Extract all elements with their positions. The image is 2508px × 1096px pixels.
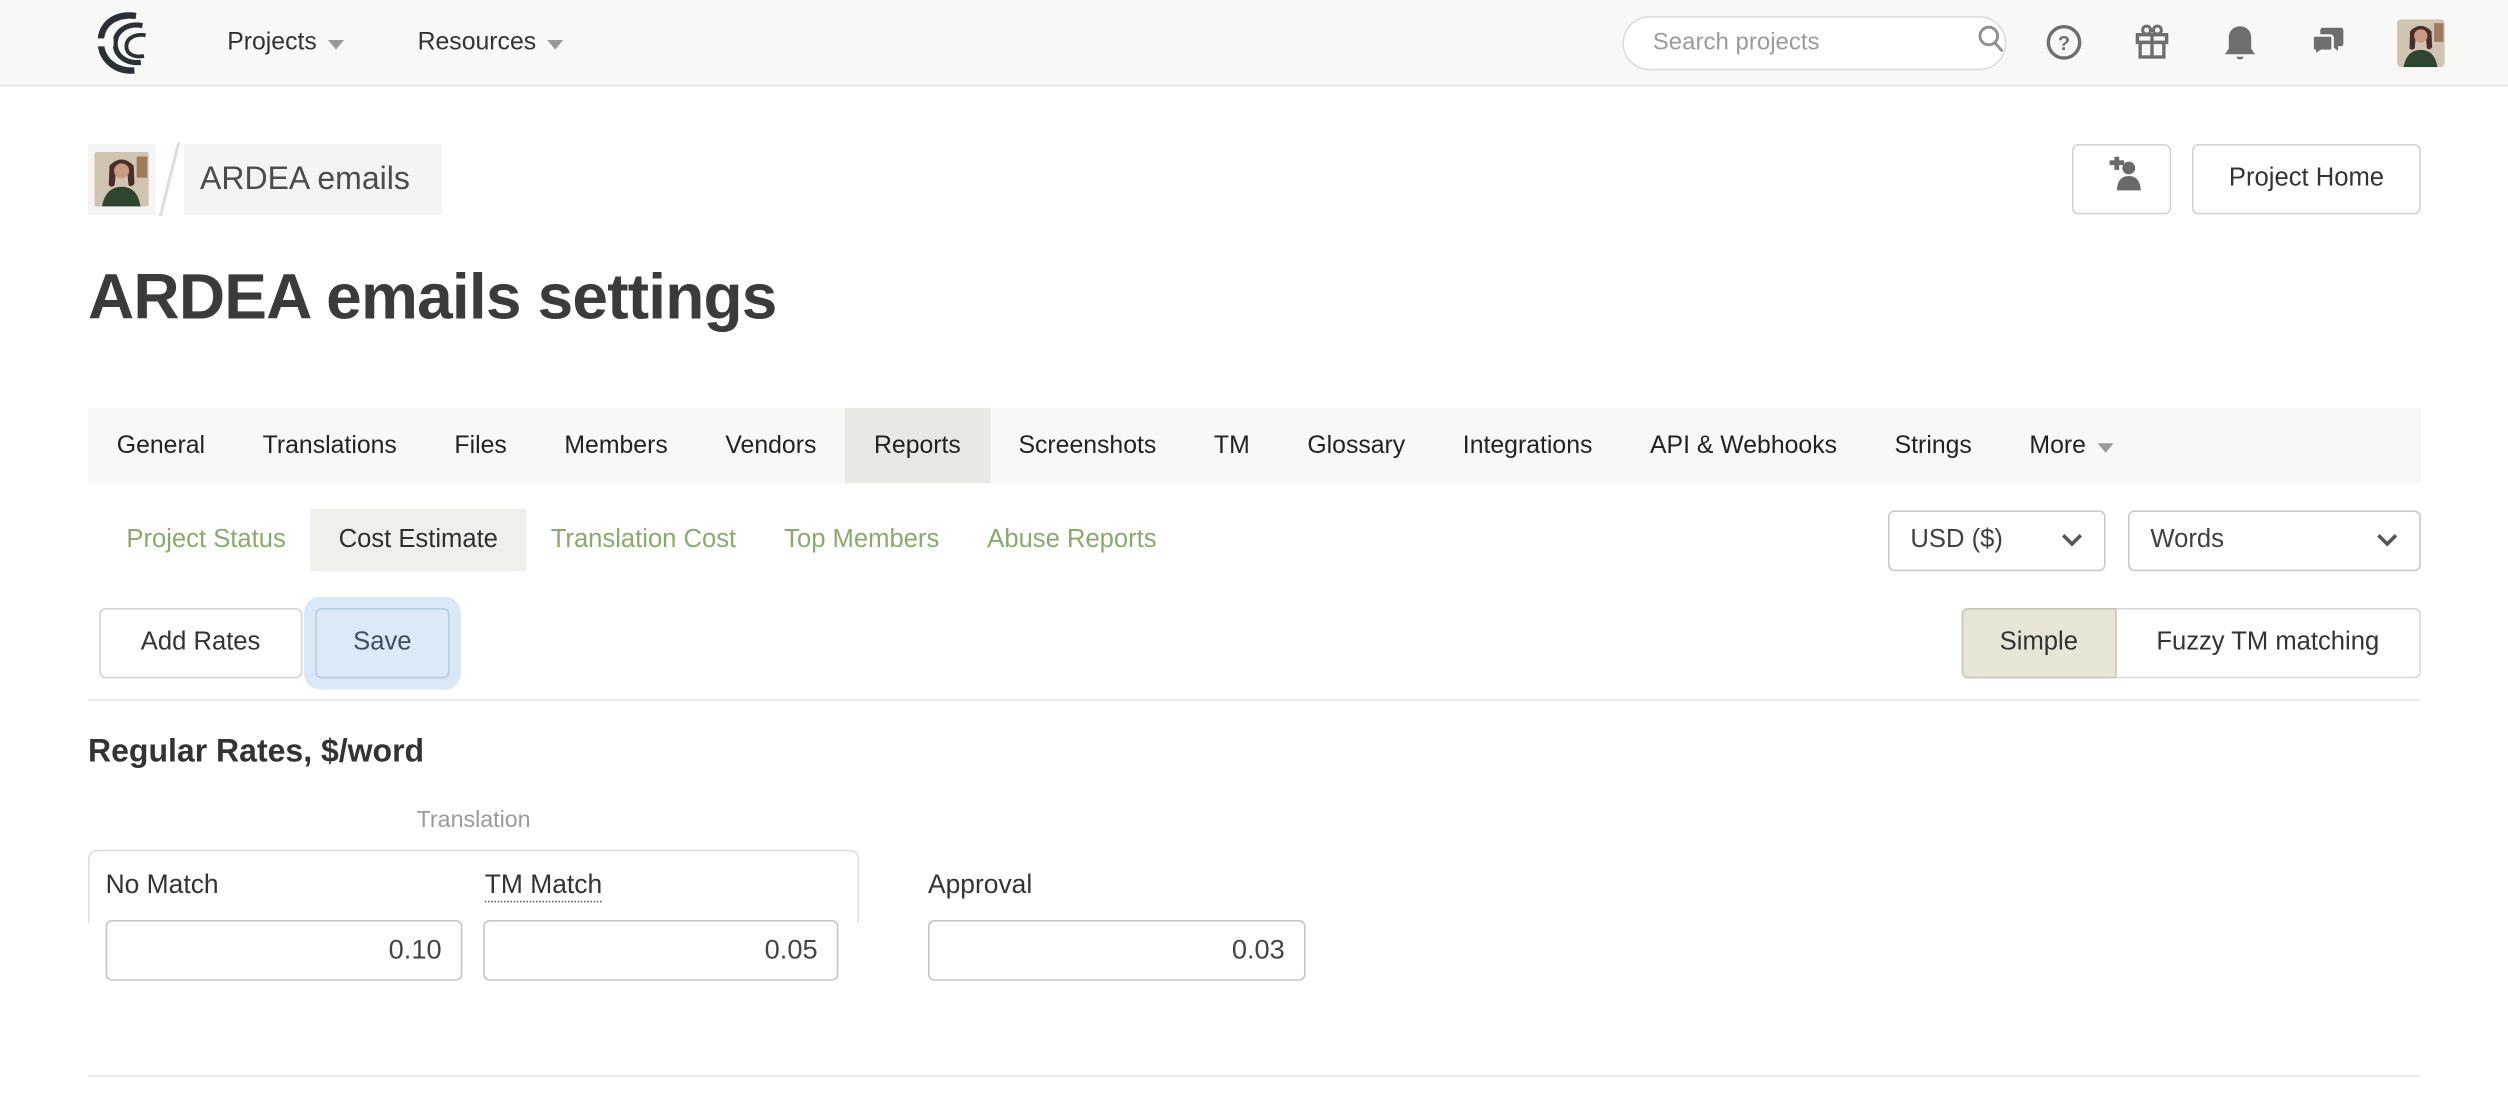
tab-glossary[interactable]: Glossary bbox=[1279, 408, 1434, 483]
project-home-button[interactable]: Project Home bbox=[2192, 144, 2421, 215]
settings-tab-bar: General Translations Files Members Vendo… bbox=[88, 408, 2421, 484]
tab-general[interactable]: General bbox=[88, 408, 234, 483]
save-button-focus-ring: Save bbox=[303, 596, 462, 689]
tab-vendors[interactable]: Vendors bbox=[697, 408, 846, 483]
app-logo-icon[interactable] bbox=[93, 9, 163, 76]
help-icon[interactable]: ? bbox=[2045, 23, 2083, 61]
rates-toolbar: Add Rates Save Simple Fuzzy TM matching bbox=[88, 596, 2421, 689]
project-home-label: Project Home bbox=[2228, 164, 2384, 192]
breadcrumb-separator bbox=[155, 144, 184, 215]
subtab-top-members[interactable]: Top Members bbox=[760, 509, 963, 571]
nav-projects-label: Projects bbox=[227, 28, 317, 56]
notifications-bell-icon[interactable] bbox=[2221, 23, 2259, 61]
bottom-divider bbox=[88, 1075, 2421, 1077]
chevron-down-icon bbox=[547, 39, 564, 49]
project-owner-avatar[interactable] bbox=[88, 144, 156, 215]
tab-tm[interactable]: TM bbox=[1185, 408, 1278, 483]
breadcrumb[interactable]: ARDEA emails bbox=[88, 144, 442, 215]
tab-screenshots[interactable]: Screenshots bbox=[990, 408, 1185, 483]
tm-match-rate-input[interactable] bbox=[483, 920, 839, 981]
tab-files[interactable]: Files bbox=[426, 408, 536, 483]
svg-text:?: ? bbox=[2058, 33, 2070, 55]
subtab-abuse-reports[interactable]: Abuse Reports bbox=[963, 509, 1180, 571]
unit-select[interactable]: Words bbox=[2128, 509, 2421, 571]
page: Projects Resources ? bbox=[0, 0, 2508, 1096]
tab-more[interactable]: More bbox=[2001, 408, 2142, 483]
unit-select-value: Words bbox=[2150, 525, 2224, 553]
breadcrumb-row: ARDEA emails Project Home bbox=[88, 144, 2421, 215]
translation-group-label: Translation bbox=[416, 808, 531, 834]
chevron-down-icon bbox=[328, 39, 344, 49]
top-navbar: Projects Resources ? bbox=[0, 0, 2508, 87]
subtab-cost-estimate[interactable]: Cost Estimate bbox=[309, 508, 527, 572]
currency-select-value: USD ($) bbox=[1910, 525, 2003, 553]
gift-icon[interactable] bbox=[2133, 23, 2171, 61]
estimate-mode-toggle: Simple Fuzzy TM matching bbox=[1961, 607, 2421, 678]
currency-select[interactable]: USD ($) bbox=[1888, 509, 2106, 571]
section-divider bbox=[88, 699, 2421, 701]
simple-mode-button[interactable]: Simple bbox=[1961, 607, 2117, 678]
tab-more-label: More bbox=[2029, 431, 2086, 459]
chevron-down-icon bbox=[2097, 442, 2114, 452]
no-match-rate-input[interactable] bbox=[105, 920, 463, 981]
chevron-down-icon bbox=[2377, 533, 2398, 547]
approval-rate-input[interactable] bbox=[928, 920, 1306, 981]
tab-translations[interactable]: Translations bbox=[234, 408, 426, 483]
subtab-project-status[interactable]: Project Status bbox=[102, 509, 309, 571]
nav-resources-menu[interactable]: Resources bbox=[418, 28, 564, 57]
user-avatar[interactable] bbox=[2396, 18, 2445, 67]
no-match-label: No Match bbox=[105, 870, 219, 900]
messages-chat-icon[interactable] bbox=[2309, 23, 2347, 61]
subtab-translation-cost[interactable]: Translation Cost bbox=[527, 509, 760, 571]
tab-strings[interactable]: Strings bbox=[1866, 408, 2001, 483]
fuzzy-tm-matching-button[interactable]: Fuzzy TM matching bbox=[2116, 607, 2421, 678]
nav-resources-label: Resources bbox=[417, 28, 537, 56]
reports-subnav: Project Status Cost Estimate Translation… bbox=[88, 508, 2421, 572]
search-input[interactable] bbox=[1649, 27, 1975, 58]
chevron-down-icon bbox=[2061, 533, 2083, 547]
rates-section-title: Regular Rates, $/word bbox=[88, 734, 425, 770]
invite-people-button[interactable] bbox=[2072, 144, 2172, 215]
search-icon[interactable] bbox=[1974, 22, 2006, 62]
tab-reports[interactable]: Reports bbox=[845, 408, 990, 484]
tab-integrations[interactable]: Integrations bbox=[1434, 408, 1621, 483]
save-button[interactable]: Save bbox=[314, 607, 450, 678]
add-rates-button[interactable]: Add Rates bbox=[99, 607, 302, 678]
tm-match-label: TM Match bbox=[484, 870, 603, 903]
tab-members[interactable]: Members bbox=[536, 408, 697, 483]
breadcrumb-project-name[interactable]: ARDEA emails bbox=[184, 144, 442, 215]
approval-label: Approval bbox=[928, 870, 1033, 900]
add-person-icon bbox=[2101, 154, 2143, 202]
page-title: ARDEA emails settings bbox=[88, 262, 777, 333]
tab-api-webhooks[interactable]: API & Webhooks bbox=[1621, 408, 1866, 483]
search-projects-box bbox=[1622, 15, 2007, 70]
nav-projects-menu[interactable]: Projects bbox=[227, 28, 344, 57]
